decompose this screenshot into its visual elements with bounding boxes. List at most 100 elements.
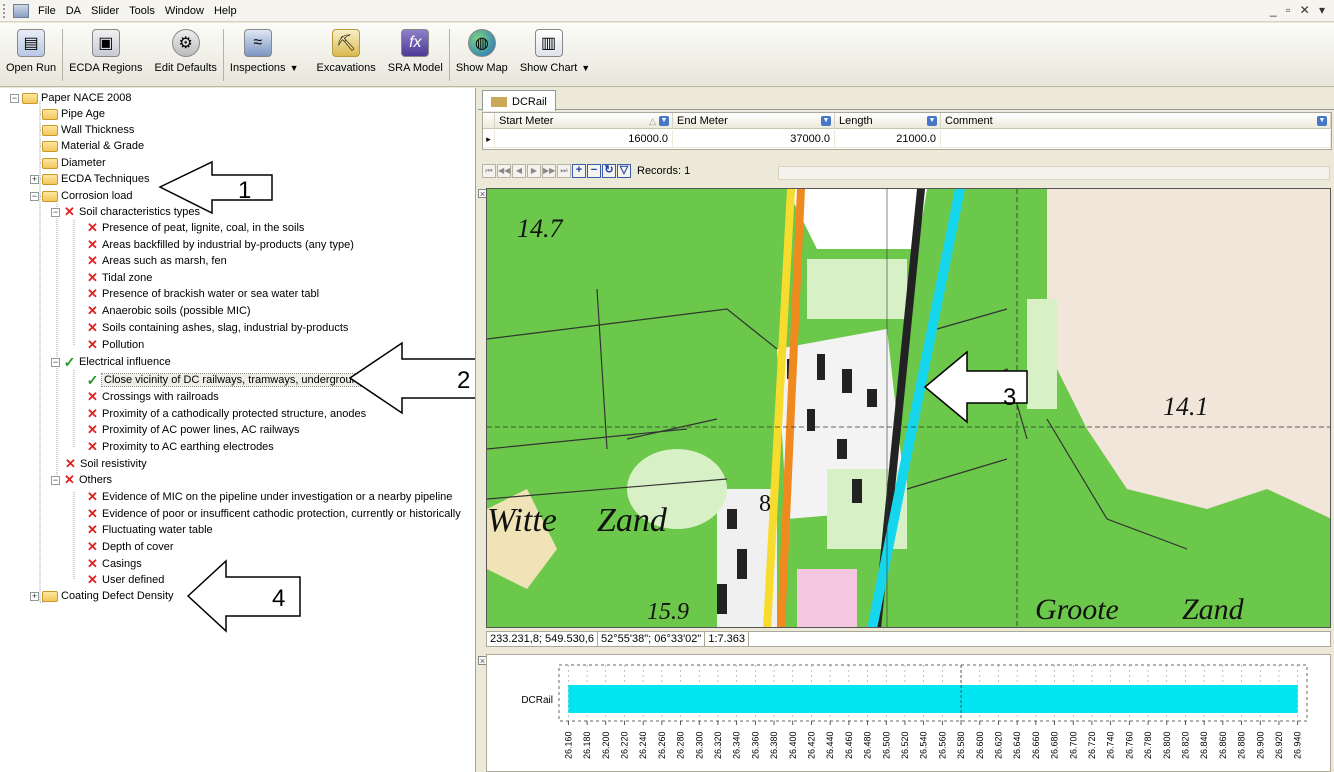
excavations-button[interactable]: ⛏ Excavations xyxy=(316,23,376,85)
inspections-button[interactable]: ≈ Inspections xyxy=(230,23,286,85)
folder-open-icon xyxy=(42,124,58,136)
add-record-button[interactable]: + xyxy=(572,164,586,178)
tree-node-root[interactable]: − Paper NACE 2008 xyxy=(10,90,132,106)
menu-tools[interactable]: Tools xyxy=(124,5,160,17)
show-map-button[interactable]: ◍ Show Map xyxy=(456,23,508,85)
show-map-label: Show Map xyxy=(455,62,508,74)
chart-tick-label: 26.840 xyxy=(1199,731,1209,759)
map-view[interactable]: 14.7 14.1 15.9 Witte Zand Groote Zand 8 … xyxy=(486,188,1331,628)
column-header-length[interactable]: Length ▼ xyxy=(835,113,941,129)
tree-node-electrical-item-selected[interactable]: ✓ Close vicinity of DC railways, tramways… xyxy=(86,372,367,388)
collapse-icon[interactable]: − xyxy=(10,93,19,103)
tree-node-others-item[interactable]: ✕ Fluctuating water table xyxy=(86,522,213,538)
tree-node-soil-item[interactable]: ✕ Soils containing ashes, slag, industria… xyxy=(86,320,348,336)
menu-window[interactable]: Window xyxy=(160,5,209,17)
ecda-regions-button[interactable]: ▣ ECDA Regions xyxy=(69,23,143,85)
show-chart-button[interactable]: ▥ Show Chart xyxy=(520,23,577,85)
cell-start-meter[interactable]: 16000.0 xyxy=(495,130,673,148)
cell-end-meter[interactable]: 37000.0 xyxy=(673,130,835,148)
next-page-button[interactable]: ▶▶ xyxy=(542,164,556,178)
tree-node-others-item[interactable]: ✕ Casings xyxy=(86,556,142,572)
expand-icon[interactable]: + xyxy=(30,591,39,601)
tree-node-electrical-item[interactable]: ✕ Proximity of a cathodically protected s… xyxy=(86,406,366,422)
column-filter-dropdown-icon[interactable]: ▼ xyxy=(927,116,937,126)
topographic-map: 14.7 14.1 15.9 Witte Zand Groote Zand 8 … xyxy=(487,189,1330,627)
tree-node-electrical-influence[interactable]: − ✓ Electrical influence xyxy=(51,354,171,370)
collapse-icon[interactable]: − xyxy=(30,191,39,201)
column-header-comment[interactable]: Comment ▼ xyxy=(941,113,1331,129)
show-chart-dropdown-icon[interactable]: ▼ xyxy=(581,23,590,73)
tree-node-others-item[interactable]: ✕ Depth of cover xyxy=(86,539,174,555)
red-x-icon: ✕ xyxy=(87,220,98,235)
delete-record-button[interactable]: − xyxy=(587,164,601,178)
tree-node-soil-item[interactable]: ✕ Presence of brackish water or sea water… xyxy=(86,286,319,302)
chart-tick-label: 26.560 xyxy=(937,731,947,759)
excavations-icon: ⛏ xyxy=(332,29,361,57)
collapse-icon[interactable]: − xyxy=(51,357,60,367)
tree-label: Proximity of a cathodically protected st… xyxy=(102,408,367,420)
expand-icon[interactable]: + xyxy=(30,174,39,184)
menu-da[interactable]: DA xyxy=(61,5,86,17)
dcrail-chart[interactable]: 26.160 26.180 26.200 26.220 26.240 26.260 26.2… xyxy=(486,654,1331,772)
chart-tick-label: 26.920 xyxy=(1274,731,1284,759)
column-filter-dropdown-icon[interactable]: ▼ xyxy=(1317,116,1327,126)
tree-node-wall-thickness[interactable]: Wall Thickness xyxy=(42,122,134,138)
column-label: Start Meter xyxy=(499,115,554,127)
column-filter-dropdown-icon[interactable]: ▼ xyxy=(821,116,831,126)
tree-node-soil-item[interactable]: ✕ Anaerobic soils (possible MIC) xyxy=(86,303,251,319)
tree-node-others-item[interactable]: ✕ User defined xyxy=(86,572,164,588)
tree-node-others-item[interactable]: ✕ Evidence of poor or insufficent cathodi… xyxy=(86,506,461,522)
tree-node-corrosion-load[interactable]: − Corrosion load xyxy=(30,188,133,204)
cell-comment[interactable] xyxy=(941,130,1331,148)
menu-slider[interactable]: Slider xyxy=(86,5,124,17)
column-filter-dropdown-icon[interactable]: ▼ xyxy=(659,116,669,126)
inspections-label: Inspections xyxy=(229,62,286,74)
tree-label: Evidence of MIC on the pipeline under in… xyxy=(102,491,453,503)
tree-node-soil-item[interactable]: ✕ Presence of peat, lignite, coal, in the… xyxy=(86,220,304,236)
tree-node-soil-resistivity[interactable]: ✕ Soil resistivity xyxy=(64,456,147,472)
bar-chart-icon: ▥ xyxy=(534,29,563,57)
column-header-start-meter[interactable]: Start Meter △ ▼ xyxy=(495,113,673,129)
tree-node-soil-item[interactable]: ✕ Pollution xyxy=(86,337,144,353)
tree-node-soil-item[interactable]: ✕ Areas such as marsh, fen xyxy=(86,253,227,269)
chart-svg: 26.160 26.180 26.200 26.220 26.240 26.260 26.2… xyxy=(521,664,1308,759)
tree-node-electrical-item[interactable]: ✕ Crossings with railroads xyxy=(86,389,219,405)
tree-node-electrical-item[interactable]: ✕ Proximity of AC power lines, AC railway… xyxy=(86,422,299,438)
edit-defaults-button[interactable]: ⚙ Edit Defaults xyxy=(155,23,217,85)
first-record-button[interactable]: ⏮ xyxy=(482,164,496,178)
tree-node-pipe-age[interactable]: Pipe Age xyxy=(42,106,105,122)
last-record-button[interactable]: ⏭ xyxy=(557,164,571,178)
menu-help[interactable]: Help xyxy=(209,5,242,17)
red-x-icon: ✕ xyxy=(87,389,98,404)
column-header-end-meter[interactable]: End Meter ▼ xyxy=(673,113,835,129)
tree-node-soil-characteristics[interactable]: − ✕ Soil characteristics types xyxy=(51,204,200,220)
tab-dcrail[interactable]: DCRail xyxy=(482,90,556,111)
open-run-button[interactable]: ▤ Open Run xyxy=(6,23,56,85)
next-record-button[interactable]: ▶ xyxy=(527,164,541,178)
tree-node-electrical-item[interactable]: ✕ Proximity to AC earthing electrodes xyxy=(86,439,274,455)
tree-node-material-grade[interactable]: Material & Grade xyxy=(42,138,144,154)
collapse-icon[interactable]: − xyxy=(51,475,60,485)
sra-model-button[interactable]: fx SRA Model xyxy=(388,23,443,85)
cell-length[interactable]: 21000.0 xyxy=(835,130,941,148)
tree-node-others-item[interactable]: ✕ Evidence of MIC on the pipeline under i… xyxy=(86,489,452,505)
grid-horizontal-scrollbar[interactable] xyxy=(778,166,1330,180)
refresh-icon[interactable]: ↻ xyxy=(602,164,616,178)
red-x-icon: ✕ xyxy=(87,489,98,504)
collapse-icon[interactable]: − xyxy=(51,207,60,217)
menu-file[interactable]: File xyxy=(33,5,61,17)
filter-icon[interactable]: ▽ xyxy=(617,164,631,178)
prev-page-button[interactable]: ◀◀ xyxy=(497,164,511,178)
tree-node-soil-item[interactable]: ✕ Tidal zone xyxy=(86,270,152,286)
green-check-icon: ✓ xyxy=(63,353,76,370)
window-controls[interactable]: _ ▫ ✕ ▾ xyxy=(1270,3,1328,17)
tree-node-diameter[interactable]: Diameter xyxy=(42,155,106,171)
table-row[interactable]: ▸ 16000.0 37000.0 21000.0 xyxy=(483,130,1331,148)
tree-node-soil-item[interactable]: ✕ Areas backfilled by industrial by-produ… xyxy=(86,237,354,253)
tree-node-coating-defect-density[interactable]: + Coating Defect Density xyxy=(30,588,174,604)
prev-record-button[interactable]: ◀ xyxy=(512,164,526,178)
tree-node-ecda-techniques[interactable]: + ECDA Techniques xyxy=(30,171,149,187)
tree-node-others[interactable]: − ✕ Others xyxy=(51,472,112,488)
chart-bar-dcrail xyxy=(568,685,1298,713)
inspections-dropdown-icon[interactable]: ▼ xyxy=(290,23,299,73)
